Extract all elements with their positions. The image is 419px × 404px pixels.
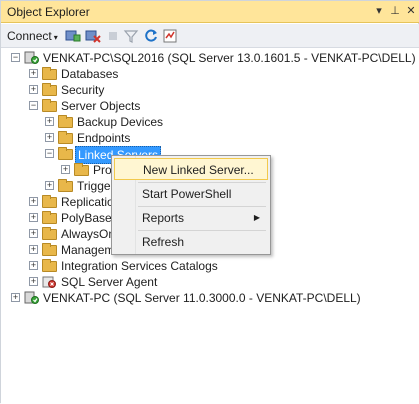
tree-node-label: VENKAT-PC (SQL Server 11.0.3000.0 - VENK… [43, 291, 361, 305]
folder-icon [58, 131, 73, 144]
menu-item-label: Start PowerShell [142, 187, 232, 201]
tree-node-server-sql2016[interactable]: − VENKAT-PC\SQL2016 (SQL Server 13.0.160… [11, 50, 416, 66]
tree-node-label: PolyBase [61, 211, 112, 225]
menu-item-label: Refresh [142, 235, 185, 249]
window-position-button[interactable]: ▾ [372, 4, 386, 18]
expand-icon[interactable]: + [45, 117, 54, 126]
menu-item-new-linked-server[interactable]: New Linked Server... [114, 158, 268, 180]
panel-title: Object Explorer [7, 5, 90, 19]
tree-node-endpoints[interactable]: + Endpoints [45, 130, 245, 146]
tree-node-polybase[interactable]: + PolyBase [29, 210, 112, 226]
server-icon [24, 291, 39, 304]
tree-node-replication[interactable]: + Replication [29, 194, 120, 210]
tree-node-label: Integration Services Catalogs [61, 259, 218, 273]
folder-icon [58, 147, 73, 160]
connect-label: Connect [7, 29, 52, 43]
stop-icon[interactable] [105, 28, 121, 44]
collapse-icon[interactable]: − [45, 149, 54, 158]
tree-node-label: Databases [61, 67, 119, 81]
tree-node-label: AlwaysOn [61, 227, 116, 241]
object-explorer-panel: Object Explorer ▾ ⊥ ✕ Connect ▾ − VENKAT… [0, 0, 419, 404]
expand-icon[interactable]: + [29, 197, 38, 206]
folder-icon [42, 99, 57, 112]
context-menu: New Linked Server... Start PowerShell Re… [111, 155, 271, 255]
object-explorer-toolbar: Connect ▾ [1, 24, 419, 48]
tree-node-label: Pro [93, 163, 112, 177]
tree-node-sql-server-agent[interactable]: + SQL Server Agent [29, 274, 229, 290]
panel-titlebar: Object Explorer ▾ ⊥ ✕ [1, 1, 419, 23]
expand-icon[interactable]: + [29, 69, 38, 78]
folder-icon [42, 83, 57, 96]
expand-icon[interactable]: + [45, 133, 54, 142]
tree-node-databases[interactable]: + Databases [29, 66, 229, 82]
expand-icon[interactable]: + [45, 181, 54, 190]
tree-node-triggers[interactable]: + Trigge [45, 178, 115, 194]
folder-icon [42, 195, 57, 208]
tree-node-label: VENKAT-PC\SQL2016 (SQL Server 13.0.1601.… [43, 51, 416, 65]
chevron-down-icon: ▾ [53, 33, 58, 42]
tree-node-label: Endpoints [77, 131, 131, 145]
tree-node-server-objects[interactable]: − Server Objects [29, 98, 229, 114]
tree-node-label: Server Objects [61, 99, 141, 113]
menu-item-label: Reports [142, 211, 185, 225]
connect-button[interactable]: Connect ▾ [7, 29, 58, 43]
expand-icon[interactable]: + [29, 261, 38, 270]
close-icon[interactable]: ✕ [404, 4, 418, 18]
folder-icon [42, 211, 57, 224]
menu-item-reports[interactable]: Reports ▶ [114, 207, 268, 229]
collapse-icon[interactable]: − [11, 53, 20, 62]
folder-icon [42, 259, 57, 272]
tree-node-label: SQL Server Agent [61, 275, 158, 289]
submenu-arrow-icon: ▶ [253, 213, 260, 222]
folder-icon [42, 67, 57, 80]
server-icon [24, 51, 39, 64]
tree-node-server-venkat-pc[interactable]: + VENKAT-PC (SQL Server 11.0.3000.0 - VE… [11, 290, 411, 306]
menu-item-label: New Linked Server... [143, 163, 254, 177]
tree-node-label: Security [61, 83, 105, 97]
expand-icon[interactable]: + [29, 245, 38, 254]
folder-icon [42, 227, 57, 240]
menu-item-start-powershell[interactable]: Start PowerShell [114, 183, 268, 205]
tree-node-management[interactable]: + Managem [29, 242, 115, 258]
tree-node-integration-services-catalogs[interactable]: + Integration Services Catalogs [29, 258, 269, 274]
tree-node-label: Backup Devices [77, 115, 164, 129]
collapse-icon[interactable]: − [29, 101, 38, 110]
refresh-icon[interactable] [143, 28, 159, 44]
auto-hide-pin-icon[interactable]: ⊥ [388, 4, 402, 18]
expand-icon[interactable]: + [29, 229, 38, 238]
tree-node-alwayson[interactable]: + AlwaysOn [29, 226, 115, 242]
expand-icon[interactable]: + [61, 165, 70, 174]
agent-icon [42, 276, 56, 288]
connect-object-icon[interactable] [65, 28, 81, 44]
tree-node-label: Trigge [77, 179, 111, 193]
expand-icon[interactable]: + [29, 213, 38, 222]
folder-icon [58, 179, 73, 192]
filter-icon[interactable] [123, 28, 139, 44]
expand-icon[interactable]: + [29, 85, 38, 94]
folder-icon [74, 163, 89, 176]
activity-monitor-icon[interactable] [163, 28, 179, 44]
tree-node-backup-devices[interactable]: + Backup Devices [45, 114, 245, 130]
tree-node-security[interactable]: + Security [29, 82, 229, 98]
folder-icon [58, 115, 73, 128]
menu-item-refresh[interactable]: Refresh [114, 231, 268, 253]
expand-icon[interactable]: + [29, 277, 38, 286]
tree-node-label: Managem [61, 243, 115, 257]
folder-icon [42, 243, 57, 256]
expand-icon[interactable]: + [11, 293, 20, 302]
disconnect-icon[interactable] [85, 28, 101, 44]
